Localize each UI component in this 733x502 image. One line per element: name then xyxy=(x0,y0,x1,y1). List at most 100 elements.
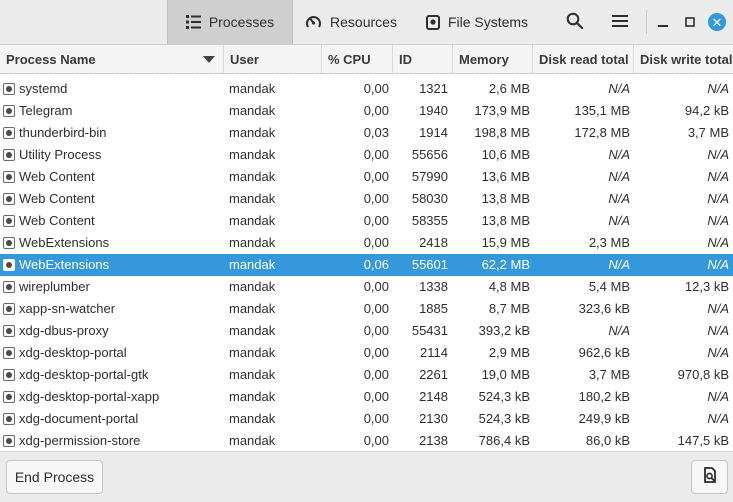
disk-write-cell: 970,8 kB xyxy=(677,367,729,382)
user-cell: mandak xyxy=(229,147,276,162)
table-row[interactable]: xdg-dbus-proxy mandak 0,00 55431 393,2 kB N/A… xyxy=(0,320,733,342)
cpu-cell: 0,00 xyxy=(363,191,389,206)
table-row[interactable]: WebExtensions mandak 0,06 55601 62,2 MB N/A N/… xyxy=(0,254,733,276)
maximize-button[interactable] xyxy=(682,0,698,44)
process-icon xyxy=(3,303,15,315)
search-button[interactable] xyxy=(562,0,586,44)
column-header-memory[interactable]: Memory xyxy=(453,45,533,73)
tab-processes[interactable]: Processes xyxy=(167,0,293,44)
id-cell: 55601 xyxy=(411,257,448,272)
id-cell: 1914 xyxy=(419,125,448,140)
column-header-user[interactable]: User xyxy=(224,45,322,73)
hamburger-menu-icon xyxy=(612,14,628,31)
tab-resources[interactable]: Resources xyxy=(296,0,406,44)
column-header-bar: Process Name User % CPU ID Memory Disk r… xyxy=(0,45,733,74)
tab-file-systems[interactable]: File Systems xyxy=(418,0,536,44)
process-icon xyxy=(3,325,15,337)
table-row[interactable]: WebExtensions mandak 0,00 2418 15,9 MB 2,3 MB… xyxy=(0,232,733,254)
minimize-button[interactable] xyxy=(655,0,671,44)
id-cell: 58030 xyxy=(411,191,448,206)
id-cell: 1321 xyxy=(419,81,448,96)
process-icon xyxy=(3,237,15,249)
id-cell: 2130 xyxy=(419,411,448,426)
disk-read-cell: N/A xyxy=(608,169,630,184)
process-icon xyxy=(3,215,15,227)
column-header-id[interactable]: ID xyxy=(393,45,453,73)
process-name-cell: systemd xyxy=(19,81,68,96)
process-name-cell: WebExtensions xyxy=(19,235,110,250)
menu-button[interactable] xyxy=(608,0,632,44)
cpu-cell: 0,00 xyxy=(363,235,389,250)
table-row[interactable]: xdg-document-portal mandak 0,00 2130 524,3 k… xyxy=(0,408,733,430)
column-header-disk-write-total[interactable]: Disk write total xyxy=(634,45,733,73)
disk-read-cell: 5,4 MB xyxy=(588,279,630,294)
user-cell: mandak xyxy=(229,279,276,294)
table-row[interactable]: thunderbird-bin mandak 0,03 1914 198,8 MB 172… xyxy=(0,122,733,144)
close-button[interactable]: ✕ xyxy=(707,0,727,44)
table-row[interactable]: xdg-permission-store mandak 0,00 2138 786,4 … xyxy=(0,430,733,452)
disk-read-cell: 962,6 kB xyxy=(578,345,630,360)
column-header-cpu[interactable]: % CPU xyxy=(322,45,393,73)
memory-cell: 173,9 MB xyxy=(474,103,530,118)
process-properties-button[interactable] xyxy=(691,460,728,494)
end-process-button[interactable]: End Process xyxy=(6,460,103,494)
memory-cell: 198,8 MB xyxy=(474,125,530,140)
disk-write-cell: N/A xyxy=(707,191,729,206)
memory-cell: 2,6 MB xyxy=(488,81,530,96)
process-icon xyxy=(3,281,15,293)
memory-cell: 8,7 MB xyxy=(488,301,530,316)
user-cell: mandak xyxy=(229,191,276,206)
sort-descending-icon xyxy=(203,56,215,63)
column-header-process-name[interactable]: Process Name xyxy=(0,45,224,73)
table-row[interactable]: xdg-desktop-portal mandak 0,00 2114 2,9 MB 96… xyxy=(0,342,733,364)
table-row[interactable]: Web Content mandak 0,00 58030 13,8 MB N/A N/A xyxy=(0,188,733,210)
user-cell: mandak xyxy=(229,213,276,228)
table-row[interactable]: Telegram mandak 0,00 1940 173,9 MB 135,1 MB 94… xyxy=(0,100,733,122)
table-row[interactable]: wireplumber mandak 0,00 1338 4,8 MB 5,4 MB 12,… xyxy=(0,276,733,298)
table-row[interactable]: xdg-desktop-portal-gtk mandak 0,00 2261 19,0… xyxy=(0,364,733,386)
process-icon xyxy=(3,171,15,183)
process-name-cell: xdg-document-portal xyxy=(19,411,139,426)
memory-cell: 524,3 kB xyxy=(478,411,530,426)
disk-read-cell: 323,6 kB xyxy=(578,301,630,316)
disk-read-cell: 180,2 kB xyxy=(578,389,630,404)
disk-read-cell: N/A xyxy=(608,213,630,228)
table-row[interactable]: xapp-sn-watcher mandak 0,00 1885 8,7 MB 323,6… xyxy=(0,298,733,320)
id-cell: 57990 xyxy=(411,169,448,184)
id-cell: 55431 xyxy=(411,323,448,338)
id-cell: 2138 xyxy=(419,433,448,448)
column-header-disk-read-total[interactable]: Disk read total xyxy=(533,45,634,73)
cpu-cell: 0,00 xyxy=(363,345,389,360)
process-name-cell: xdg-permission-store xyxy=(19,433,141,448)
memory-cell: 786,4 kB xyxy=(478,433,530,448)
process-name-cell: thunderbird-bin xyxy=(19,125,107,140)
disk-read-cell: 172,8 MB xyxy=(574,125,630,140)
maximize-icon xyxy=(685,15,695,30)
disk-write-cell: 3,7 MB xyxy=(687,125,729,140)
bottom-bar: End Process xyxy=(0,451,733,502)
tab-label: Resources xyxy=(330,14,397,30)
minimize-icon xyxy=(658,15,668,30)
process-icon xyxy=(3,259,15,271)
disk-write-cell: 94,2 kB xyxy=(684,103,729,118)
disk-read-cell: 135,1 MB xyxy=(574,103,630,118)
cpu-cell: 0,06 xyxy=(363,257,389,272)
id-cell: 2418 xyxy=(419,235,448,250)
user-cell: mandak xyxy=(229,235,276,250)
user-cell: mandak xyxy=(229,257,276,272)
user-cell: mandak xyxy=(229,103,276,118)
cpu-cell: 0,00 xyxy=(363,433,389,448)
process-icon xyxy=(3,127,15,139)
user-cell: mandak xyxy=(229,301,276,316)
disk-read-cell: N/A xyxy=(608,191,630,206)
cpu-cell: 0,00 xyxy=(363,81,389,96)
memory-cell: 13,8 MB xyxy=(481,191,530,206)
disk-write-cell: 147,5 kB xyxy=(677,433,729,448)
table-row[interactable]: Utility Process mandak 0,00 55656 10,6 MB N/A… xyxy=(0,144,733,166)
process-icon xyxy=(3,435,15,447)
table-row[interactable]: Web Content mandak 0,00 58355 13,8 MB N/A N/A xyxy=(0,210,733,232)
id-cell: 2114 xyxy=(420,345,448,360)
table-row[interactable]: Web Content mandak 0,00 57990 13,6 MB N/A N/A xyxy=(0,166,733,188)
table-row[interactable]: xdg-desktop-portal-xapp mandak 0,00 2148 524… xyxy=(0,386,733,408)
table-row[interactable]: systemd mandak 0,00 1321 2,6 MB N/A N/A xyxy=(0,78,733,100)
